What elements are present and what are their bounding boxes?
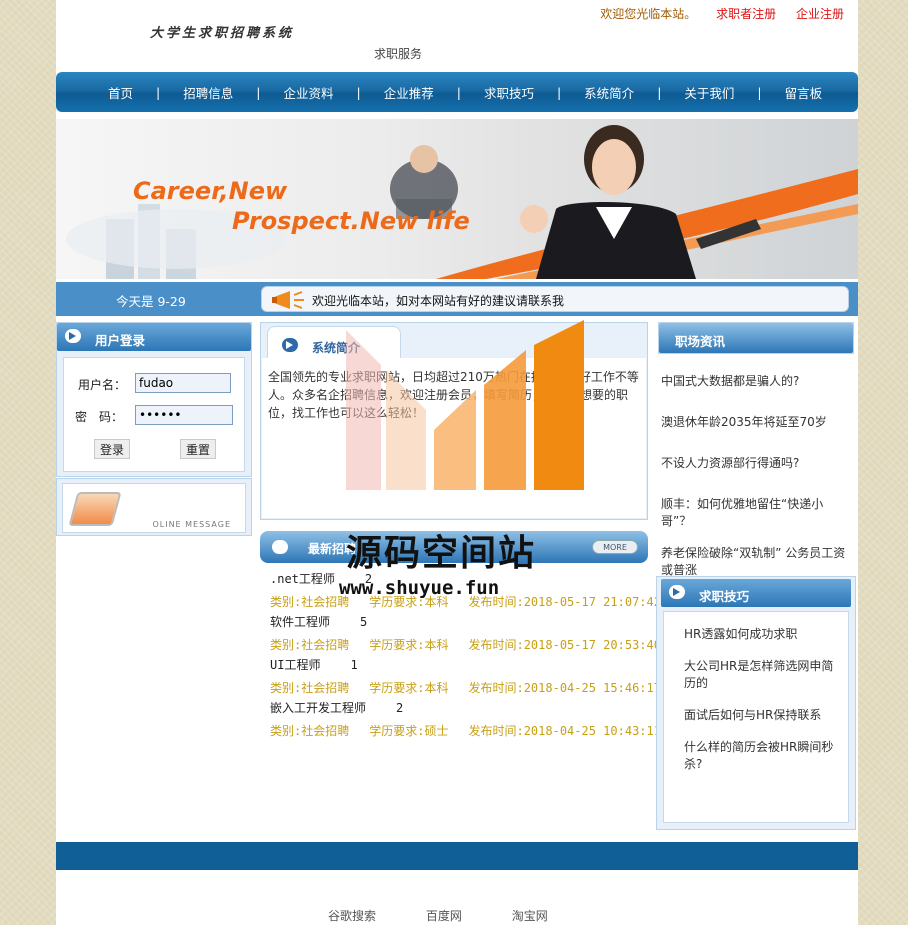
notice-marquee: 欢迎光临本站，如对本网站有好的建议请联系我 [261, 286, 849, 312]
tip-item[interactable]: 大公司HR是怎样筛选网申简历的 [684, 658, 834, 692]
arrow-right-icon [669, 585, 685, 599]
footer-link-taobao[interactable]: 淘宝网 [512, 909, 548, 923]
main-nav: 首页 | 招聘信息 | 企业资料 | 企业推荐 | 求职技巧 | 系统简介 | … [56, 72, 858, 112]
today-date: 今天是 9-29 [116, 294, 186, 309]
job-tips-panel: 求职技巧 HR透露如何成功求职 大公司HR是怎样筛选网申简历的 面试后如何与HR… [656, 576, 856, 830]
news-item[interactable]: 不设人力资源部行得通吗? [661, 455, 851, 472]
nav-separator: | [356, 84, 361, 100]
login-panel: 用户登录 用户名： 密 码： 登录 重置 [56, 322, 252, 477]
career-news-panel: 职场资讯 [658, 322, 854, 354]
job-count: 5 [360, 615, 368, 629]
username-input[interactable] [135, 373, 231, 393]
job-time: 发布时间:2018-05-17 20:53:40 [468, 638, 661, 652]
banner-headline-2: Prospect.New life [232, 207, 470, 235]
career-news-title: 职场资讯 [675, 334, 726, 349]
nav-item-system-intro[interactable]: 系统简介 [584, 83, 634, 102]
online-message-link[interactable]: OLINE MESSAGE [62, 483, 246, 533]
watermark-text: 源码空间站 [346, 533, 537, 574]
nav-separator: | [256, 84, 261, 100]
site-logo: 大学生求职招聘系统 [150, 26, 295, 41]
job-tips-title: 求职技巧 [699, 589, 750, 604]
login-form: 用户名： 密 码： 登录 重置 [63, 357, 245, 472]
nav-item-about[interactable]: 关于我们 [684, 83, 734, 102]
footer-bar [56, 842, 858, 870]
login-button[interactable]: 登录 [94, 439, 130, 459]
arrow-right-icon [282, 338, 298, 352]
notice-text: 欢迎光临本站，如对本网站有好的建议请联系我 [312, 294, 565, 308]
nav-item-company-recommend[interactable]: 企业推荐 [384, 83, 434, 102]
nav-item-home[interactable]: 首页 [108, 83, 133, 102]
footer-link-google[interactable]: 谷歌搜索 [328, 909, 376, 923]
tip-item[interactable]: 面试后如何与HR保持联系 [684, 707, 834, 724]
career-news-header: 职场资讯 [659, 323, 853, 353]
career-news-list: 中国式大数据都是骗人的? 澳退休年龄2035年将延至70岁 不设人力资源部行得通… [661, 373, 851, 603]
reset-button[interactable]: 重置 [180, 439, 216, 459]
megaphone-icon [272, 291, 304, 309]
job-item[interactable]: UI工程师 1 类别:社会招聘 学历要求:本科 发布时间:2018-04-25 15:… [270, 656, 661, 699]
job-title[interactable]: UI工程师 [270, 658, 320, 672]
password-input[interactable] [135, 405, 233, 425]
nav-separator: | [156, 84, 161, 100]
banner-headline-1: Career,New [133, 177, 288, 205]
username-label: 用户名： [78, 378, 127, 392]
footer-links: 谷歌搜索 百度网 淘宝网 [328, 907, 594, 924]
arrow-right-icon [272, 540, 288, 554]
news-item[interactable]: 顺丰：如何优雅地留住“快递小哥”？ [661, 496, 851, 530]
top-links: 欢迎您光临本站。 求职者注册 企业注册 [584, 5, 844, 22]
job-time: 发布时间:2018-04-25 15:46:17 [468, 681, 661, 695]
job-category: 类别:社会招聘 [270, 595, 350, 609]
tip-item[interactable]: HR透露如何成功求职 [684, 626, 834, 643]
nav-separator: | [556, 84, 562, 100]
job-time: 发布时间:2018-04-25 10:43:11 [468, 724, 661, 738]
online-message-panel[interactable]: OLINE MESSAGE [56, 478, 252, 536]
arrow-right-icon [65, 329, 81, 343]
news-item[interactable]: 中国式大数据都是骗人的? [661, 373, 851, 390]
password-label: 密 码： [75, 410, 124, 424]
site-subtitle: 求职服务 [374, 47, 423, 61]
page-container: 大学生求职招聘系统 求职服务 欢迎您光临本站。 求职者注册 企业注册 首页 | … [56, 0, 858, 925]
jobseeker-register-link[interactable]: 求职者注册 [716, 7, 776, 21]
company-register-link[interactable]: 企业注册 [796, 7, 844, 21]
nav-separator: | [657, 84, 662, 100]
login-panel-header: 用户登录 [57, 323, 251, 351]
job-category: 类别:社会招聘 [270, 638, 350, 652]
job-count: 2 [396, 701, 404, 715]
job-tips-list: HR透露如何成功求职 大公司HR是怎样筛选网申简历的 面试后如何与HR保持联系 … [684, 626, 834, 788]
job-title[interactable]: 软件工程师 [270, 615, 330, 629]
nav-separator: | [757, 84, 762, 100]
welcome-text: 欢迎您光临本站。 [600, 7, 697, 21]
tip-item[interactable]: 什么样的简历会被HR瞬间秒杀? [684, 739, 834, 773]
tablet-icon [68, 492, 122, 526]
job-tips-header: 求职技巧 [661, 579, 851, 607]
job-education: 学历要求:本科 [369, 638, 449, 652]
job-education: 学历要求:硕士 [369, 724, 449, 738]
more-button[interactable]: MORE [592, 540, 638, 554]
job-item[interactable]: 软件工程师 5 类别:社会招聘 学历要求:本科 发布时间:2018-05-17 20:… [270, 613, 661, 656]
nav-item-company-info[interactable]: 企业资料 [283, 83, 333, 102]
job-count: 1 [350, 658, 358, 672]
login-panel-title: 用户登录 [95, 333, 146, 348]
watermark-url: www.shuyue.fun [339, 577, 500, 599]
nav-item-guestbook[interactable]: 留言板 [785, 83, 823, 102]
nav-item-job-tips[interactable]: 求职技巧 [484, 83, 534, 102]
watermark-logo [346, 320, 584, 490]
online-message-label: OLINE MESSAGE [152, 520, 231, 529]
news-item[interactable]: 养老保险破除“双轨制” 公务员工资或普涨 [661, 545, 851, 579]
job-education: 学历要求:本科 [369, 681, 449, 695]
job-title[interactable]: 嵌入工开发工程师 [270, 701, 366, 715]
job-title[interactable]: .net工程师 [270, 572, 335, 586]
date-bar: 今天是 9-29 欢迎光临本站，如对本网站有好的建议请联系我 [56, 282, 858, 316]
footer-link-baidu[interactable]: 百度网 [426, 909, 462, 923]
news-item[interactable]: 澳退休年龄2035年将延至70岁 [661, 414, 851, 431]
job-category: 类别:社会招聘 [270, 724, 350, 738]
nav-item-jobs[interactable]: 招聘信息 [183, 83, 233, 102]
job-category: 类别:社会招聘 [270, 681, 350, 695]
job-tips-body: HR透露如何成功求职 大公司HR是怎样筛选网申简历的 面试后如何与HR保持联系 … [663, 611, 849, 823]
hero-banner: Career,New Prospect.New life [56, 119, 858, 279]
job-item[interactable]: 嵌入工开发工程师 2 类别:社会招聘 学历要求:硕士 发布时间:2018-04-25 … [270, 699, 661, 742]
nav-separator: | [456, 84, 461, 100]
